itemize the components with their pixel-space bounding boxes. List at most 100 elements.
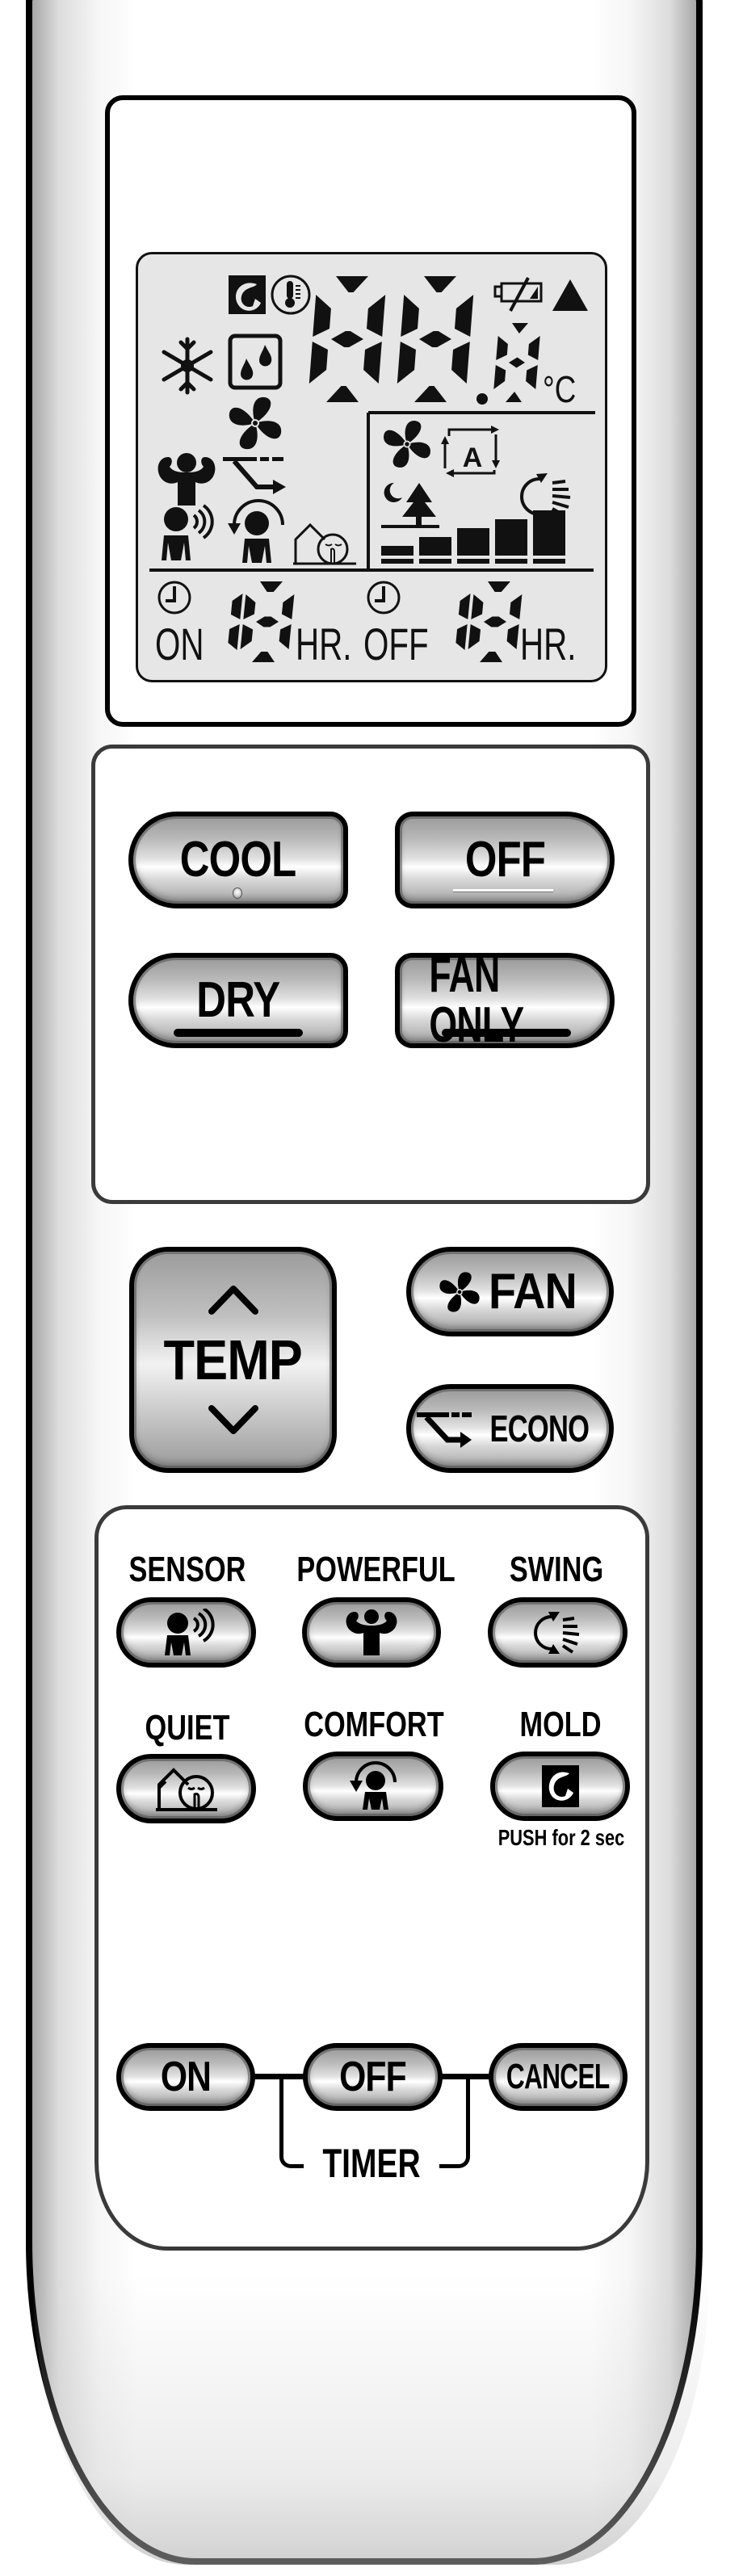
segment-g <box>256 616 279 627</box>
segment-b <box>367 295 386 337</box>
fan-icon <box>229 396 282 450</box>
timer-on-unit: HR. <box>296 619 352 669</box>
timer-on-digit-2 <box>240 581 295 662</box>
timer-on-button[interactable]: ON <box>116 2043 255 2111</box>
timer-off-clock-icon <box>367 581 401 615</box>
decimal-point <box>476 393 488 405</box>
timer-on-label: ON <box>155 619 204 669</box>
timer-on-digit-1 <box>228 594 243 650</box>
segment-c <box>451 342 470 384</box>
temperature-digit-2 <box>397 276 474 402</box>
segment-d <box>506 392 522 402</box>
segment-c <box>455 624 468 650</box>
cool-button[interactable]: COOL <box>128 812 348 908</box>
segment-e <box>309 342 328 384</box>
powerful-icon <box>157 453 216 506</box>
timer-on-clock-icon <box>157 581 191 615</box>
timer-off-digit-2 <box>468 581 523 662</box>
dry-label: DRY <box>196 972 280 1028</box>
temperature-unit: °C <box>543 368 577 410</box>
timer-cancel-label: CANCEL <box>506 2057 610 2096</box>
timer-off-digit-1 <box>455 594 471 650</box>
segment-c <box>526 365 538 389</box>
dry-icon <box>228 334 283 390</box>
cool-indicator-dot <box>233 887 242 899</box>
temperature-decimal-digit <box>493 323 540 402</box>
segment-d <box>480 652 502 662</box>
timer-off-unit: HR. <box>520 619 577 669</box>
segment-g <box>419 331 451 347</box>
dry-button[interactable]: DRY <box>128 953 348 1048</box>
segment-d <box>252 652 275 662</box>
mold-icon <box>541 1765 579 1807</box>
segment-d <box>414 386 447 402</box>
fan-only-underline <box>442 1029 571 1037</box>
fan-speed-bar-1 <box>381 546 413 556</box>
quiet-label: QUIET <box>145 1708 230 1747</box>
sensor-icon <box>164 1608 215 1655</box>
segment-f <box>243 594 256 619</box>
sensor-icon <box>162 504 214 560</box>
dry-underline <box>174 1029 303 1037</box>
segment-c <box>363 342 382 384</box>
segment-f <box>401 295 419 337</box>
mold-button[interactable] <box>490 1752 630 1821</box>
fan-icon <box>439 1271 480 1312</box>
timer-off-button[interactable]: OFF <box>303 2043 443 2111</box>
fan-speed-bar-2 <box>419 537 451 556</box>
fan-speed-bar-3 <box>457 528 489 556</box>
night-quiet-icon <box>381 482 439 528</box>
comfort-button[interactable] <box>303 1752 443 1821</box>
temp-up-icon[interactable] <box>205 1284 262 1316</box>
timer-off-label: OFF <box>339 2054 407 2100</box>
segment-a <box>336 276 368 292</box>
segment-a <box>260 581 283 592</box>
comfort-icon <box>350 1761 397 1810</box>
fan-label: FAN <box>489 1264 577 1319</box>
econo-icon <box>223 457 286 494</box>
segment-a <box>488 581 510 592</box>
fan-speed-base-5 <box>533 559 565 564</box>
quiet-icon <box>155 1768 217 1811</box>
segment-b <box>458 594 471 619</box>
econo-label: ECONO <box>489 1408 590 1450</box>
sensor-button[interactable] <box>116 1597 256 1668</box>
fan-speed-bar-5 <box>533 510 565 556</box>
swing-button[interactable] <box>488 1597 628 1668</box>
fan-only-button[interactable]: FAN ONLY <box>395 950 615 1051</box>
off-label: OFF <box>464 832 545 887</box>
quiet-button[interactable] <box>116 1754 256 1823</box>
fan-speed-base-3 <box>457 559 489 564</box>
off-underline <box>453 889 553 892</box>
snowflake-icon <box>162 337 213 395</box>
segment-e <box>240 624 254 649</box>
segment-b <box>510 594 523 619</box>
temp-down-icon[interactable] <box>205 1403 262 1436</box>
fan-button[interactable]: FAN <box>406 1247 614 1336</box>
mold-label: MOLD <box>519 1705 602 1744</box>
segment-f <box>313 295 331 337</box>
segment-g <box>484 616 506 627</box>
econo-icon <box>416 1412 472 1448</box>
auto-fan-icon: A <box>441 426 500 477</box>
segment-f <box>471 594 484 619</box>
segment-e <box>468 624 481 649</box>
comfort-icon <box>228 499 284 563</box>
segment-e <box>493 365 506 389</box>
fan-speed-bar-4 <box>495 519 527 556</box>
quiet-icon <box>293 522 356 565</box>
segment-g <box>331 331 363 347</box>
segment-a <box>424 276 456 292</box>
timer-on-label: ON <box>160 2054 212 2100</box>
temp-label: TEMP <box>163 1328 303 1391</box>
timer-cancel-button[interactable]: CANCEL <box>489 2043 628 2111</box>
lcd-separators <box>149 411 595 572</box>
timer-off-label: OFF <box>363 619 429 669</box>
econo-button[interactable]: ECONO <box>406 1384 614 1473</box>
powerful-label: POWERFUL <box>296 1550 455 1589</box>
powerful-button[interactable] <box>302 1597 441 1668</box>
temp-button[interactable]: TEMP <box>129 1247 337 1473</box>
segment-f <box>496 336 508 360</box>
off-button[interactable]: OFF <box>395 812 615 908</box>
segment-c <box>228 624 240 650</box>
